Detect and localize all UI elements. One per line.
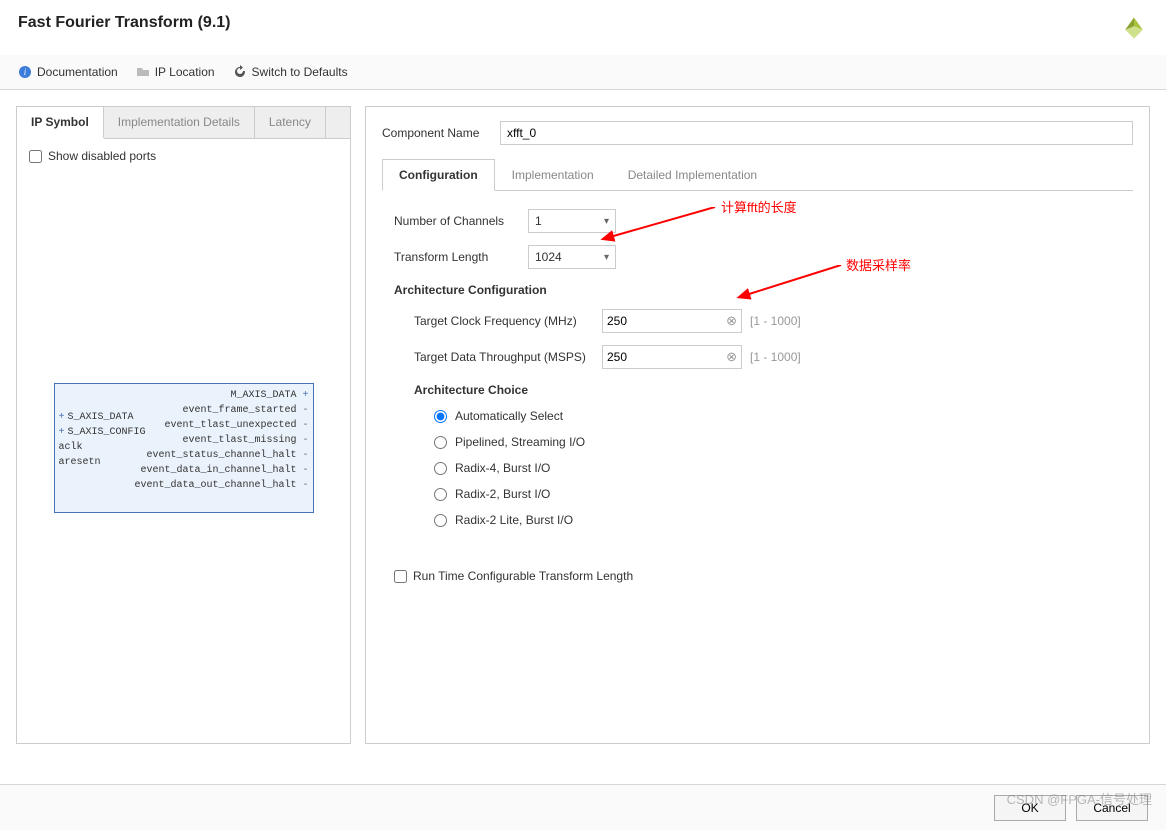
runtime-config-checkbox[interactable]: Run Time Configurable Transform Length — [394, 569, 1121, 583]
architecture-configuration-header: Architecture Configuration — [394, 283, 1121, 297]
arch-option-auto[interactable]: Automatically Select — [434, 409, 1121, 423]
target-clock-input[interactable]: ⊗ — [602, 309, 742, 333]
dialog-footer: OK Cancel — [0, 784, 1166, 830]
port-event-tlast-missing: event_tlast_missing — [134, 433, 308, 448]
tab-latency[interactable]: Latency — [255, 107, 326, 138]
port-s-axis-config: S_AXIS_CONFIG — [59, 425, 146, 440]
clear-icon[interactable]: ⊗ — [726, 313, 737, 329]
component-name-input[interactable] — [500, 121, 1133, 145]
target-throughput-label: Target Data Throughput (MSPS) — [414, 350, 594, 364]
tab-ip-symbol[interactable]: IP Symbol — [17, 107, 104, 139]
port-event-status-channel-halt: event_status_channel_halt — [134, 448, 308, 463]
ok-button[interactable]: OK — [994, 795, 1066, 821]
cancel-button[interactable]: Cancel — [1076, 795, 1148, 821]
target-throughput-range: [1 - 1000] — [750, 350, 801, 364]
transform-length-label: Transform Length — [394, 250, 518, 264]
ip-block-diagram: S_AXIS_DATA S_AXIS_CONFIG aclk aresetn M… — [54, 383, 314, 513]
arch-option-pipelined[interactable]: Pipelined, Streaming I/O — [434, 435, 1121, 449]
port-aresetn: aresetn — [59, 455, 146, 470]
component-name-label: Component Name — [382, 126, 490, 140]
toolbar: i Documentation IP Location Switch to De… — [0, 55, 1166, 90]
architecture-choice-header: Architecture Choice — [414, 383, 1121, 397]
port-event-data-in-channel-halt: event_data_in_channel_halt — [134, 463, 308, 478]
tab-implementation[interactable]: Implementation — [495, 159, 611, 191]
port-aclk: aclk — [59, 440, 146, 455]
folder-icon — [136, 65, 150, 79]
tab-implementation-details[interactable]: Implementation Details — [104, 107, 255, 138]
vivado-logo — [1120, 14, 1148, 45]
info-icon: i — [18, 65, 32, 79]
chevron-down-icon: ▾ — [604, 252, 609, 263]
target-clock-label: Target Clock Frequency (MHz) — [414, 314, 594, 328]
port-m-axis-data: M_AXIS_DATA — [134, 388, 308, 403]
page-title: Fast Fourier Transform (9.1) — [18, 14, 231, 32]
show-disabled-ports-checkbox[interactable]: Show disabled ports — [29, 149, 338, 163]
annotation-sample-rate: 数据采样率 — [846, 255, 911, 274]
chevron-down-icon: ▾ — [604, 216, 609, 227]
transform-length-select[interactable]: 1024 ▾ — [528, 245, 616, 269]
target-clock-range: [1 - 1000] — [750, 314, 801, 328]
ip-location-button[interactable]: IP Location — [136, 65, 215, 79]
num-channels-label: Number of Channels — [394, 214, 518, 228]
ip-symbol-panel: IP Symbol Implementation Details Latency… — [16, 106, 351, 744]
refresh-icon — [233, 65, 247, 79]
switch-to-defaults-button[interactable]: Switch to Defaults — [233, 65, 348, 79]
tab-detailed-implementation[interactable]: Detailed Implementation — [611, 159, 774, 191]
num-channels-select[interactable]: 1 ▾ — [528, 209, 616, 233]
port-event-data-out-channel-halt: event_data_out_channel_halt — [134, 478, 308, 493]
clear-icon[interactable]: ⊗ — [726, 349, 737, 365]
tab-configuration[interactable]: Configuration — [382, 159, 495, 191]
arch-option-radix4[interactable]: Radix-4, Burst I/O — [434, 461, 1121, 475]
arch-option-radix2-lite[interactable]: Radix-2 Lite, Burst I/O — [434, 513, 1121, 527]
annotation-fft-length: 计算fft的长度 — [721, 197, 797, 216]
port-event-tlast-unexpected: event_tlast_unexpected — [134, 418, 308, 433]
config-panel: Component Name Configuration Implementat… — [365, 106, 1150, 744]
documentation-button[interactable]: i Documentation — [18, 65, 118, 79]
arch-option-radix2[interactable]: Radix-2, Burst I/O — [434, 487, 1121, 501]
target-throughput-input[interactable]: ⊗ — [602, 345, 742, 369]
port-event-frame-started: event_frame_started — [134, 403, 308, 418]
port-s-axis-data: S_AXIS_DATA — [59, 410, 146, 425]
